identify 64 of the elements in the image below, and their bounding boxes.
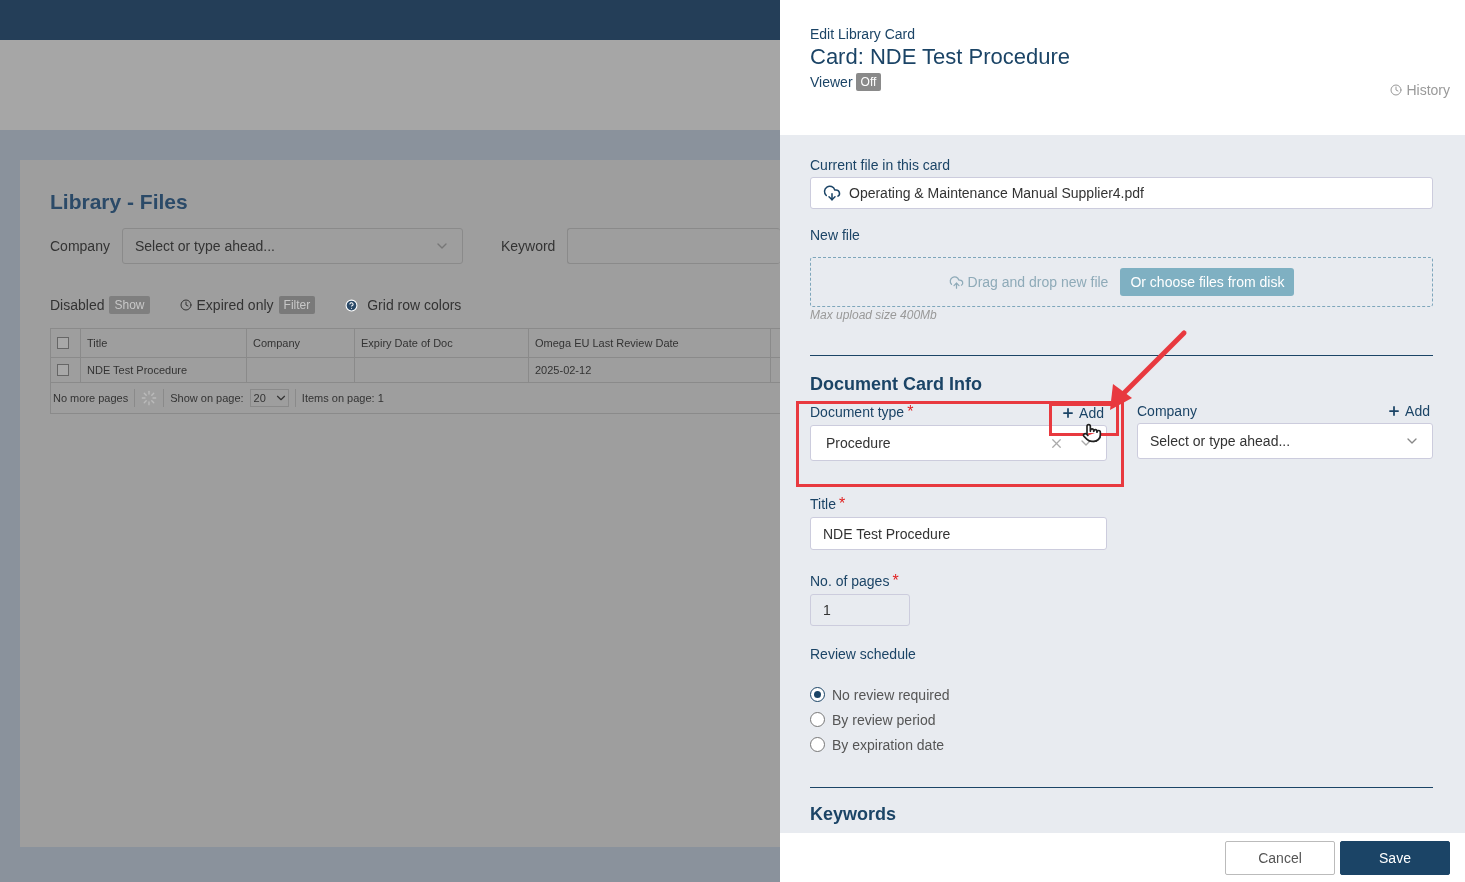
cursor-icon xyxy=(1082,423,1102,443)
drawer-title: Card: NDE Test Procedure xyxy=(810,44,1072,70)
viewer-toggle[interactable]: Off xyxy=(855,73,882,91)
column-header[interactable]: Expiry Date of Doc xyxy=(355,329,529,357)
plus-icon xyxy=(1387,404,1402,419)
add-link[interactable]: Add xyxy=(1405,403,1430,420)
file-link[interactable]: Operating & Maintenance Manual Supplier4.pdf xyxy=(849,185,1144,202)
keyword-field[interactable] xyxy=(567,228,780,264)
required-mark: * xyxy=(892,571,899,590)
toggle-badge[interactable]: Filter xyxy=(278,296,316,314)
document-type-select[interactable]: Procedure xyxy=(810,425,1107,462)
toggle-label[interactable]: Grid row colors xyxy=(367,297,462,313)
checkbox[interactable] xyxy=(57,364,69,376)
pages-field[interactable]: 1 xyxy=(810,593,910,627)
save-button[interactable]: Save xyxy=(1340,840,1450,875)
page-size-select[interactable]: 20 xyxy=(249,389,289,407)
required-mark: * xyxy=(838,495,846,514)
column-header[interactable]: Title xyxy=(81,329,247,357)
toggle-label[interactable]: Expired only xyxy=(196,297,274,313)
radio-label[interactable]: By expiration date xyxy=(832,736,945,753)
clock-icon xyxy=(1390,84,1403,96)
cloud-upload-icon xyxy=(948,274,964,290)
upload-hint: Max upload size 400Mb xyxy=(810,308,938,323)
column-header[interactable]: Omega EU Last Review Date xyxy=(529,329,771,357)
field-label: Document type xyxy=(810,404,905,421)
field-label: Keyword xyxy=(500,238,556,254)
drop-text: Drag and drop new file xyxy=(967,274,1109,291)
page-title: Library - Files xyxy=(50,190,189,214)
column-header[interactable]: Company xyxy=(247,329,355,357)
spinner-icon xyxy=(141,390,158,406)
clock-icon xyxy=(179,299,192,311)
checkbox[interactable] xyxy=(57,337,69,349)
field-label: New file xyxy=(810,227,860,244)
help-icon xyxy=(345,298,359,312)
add-link[interactable]: Add xyxy=(1079,405,1104,422)
cloud-download-icon xyxy=(823,184,841,203)
radio-button[interactable] xyxy=(810,687,825,703)
history-link[interactable]: History xyxy=(1406,82,1450,98)
table-cell: NDE Test Procedure xyxy=(81,358,247,382)
pager-label: Show on page: xyxy=(170,392,244,404)
field-label: Review schedule xyxy=(810,646,916,663)
pager-text: Items on page: 1 xyxy=(301,392,384,404)
radio-button[interactable] xyxy=(810,737,825,752)
company-select[interactable]: Select or type ahead... xyxy=(121,228,463,264)
field-label: Company xyxy=(1137,403,1197,420)
company-select[interactable]: Select or type ahead... xyxy=(1137,423,1433,460)
section-title: Keywords xyxy=(810,804,898,825)
toggle-label[interactable]: Disabled xyxy=(50,297,105,313)
section-title: Document Card Info xyxy=(810,374,983,396)
title-field[interactable]: NDE Test Procedure xyxy=(810,517,1107,550)
plus-icon xyxy=(1061,406,1076,421)
required-mark: * xyxy=(907,403,914,422)
table-cell: 2025-02-12 xyxy=(529,358,771,382)
pager-text: No more pages xyxy=(53,392,129,404)
field-label: Title xyxy=(810,496,836,513)
field-label: Current file in this card xyxy=(810,157,951,173)
field-label: No. of pages xyxy=(810,572,890,589)
drawer-subtitle: Edit Library Card xyxy=(810,26,917,42)
viewer-label: Viewer xyxy=(810,74,853,90)
radio-label[interactable]: No review required xyxy=(832,686,950,703)
field-label: Company xyxy=(50,238,110,254)
radio-button[interactable] xyxy=(810,712,825,728)
cancel-button[interactable]: Cancel xyxy=(1225,840,1335,875)
radio-label[interactable]: By review period xyxy=(832,711,936,728)
